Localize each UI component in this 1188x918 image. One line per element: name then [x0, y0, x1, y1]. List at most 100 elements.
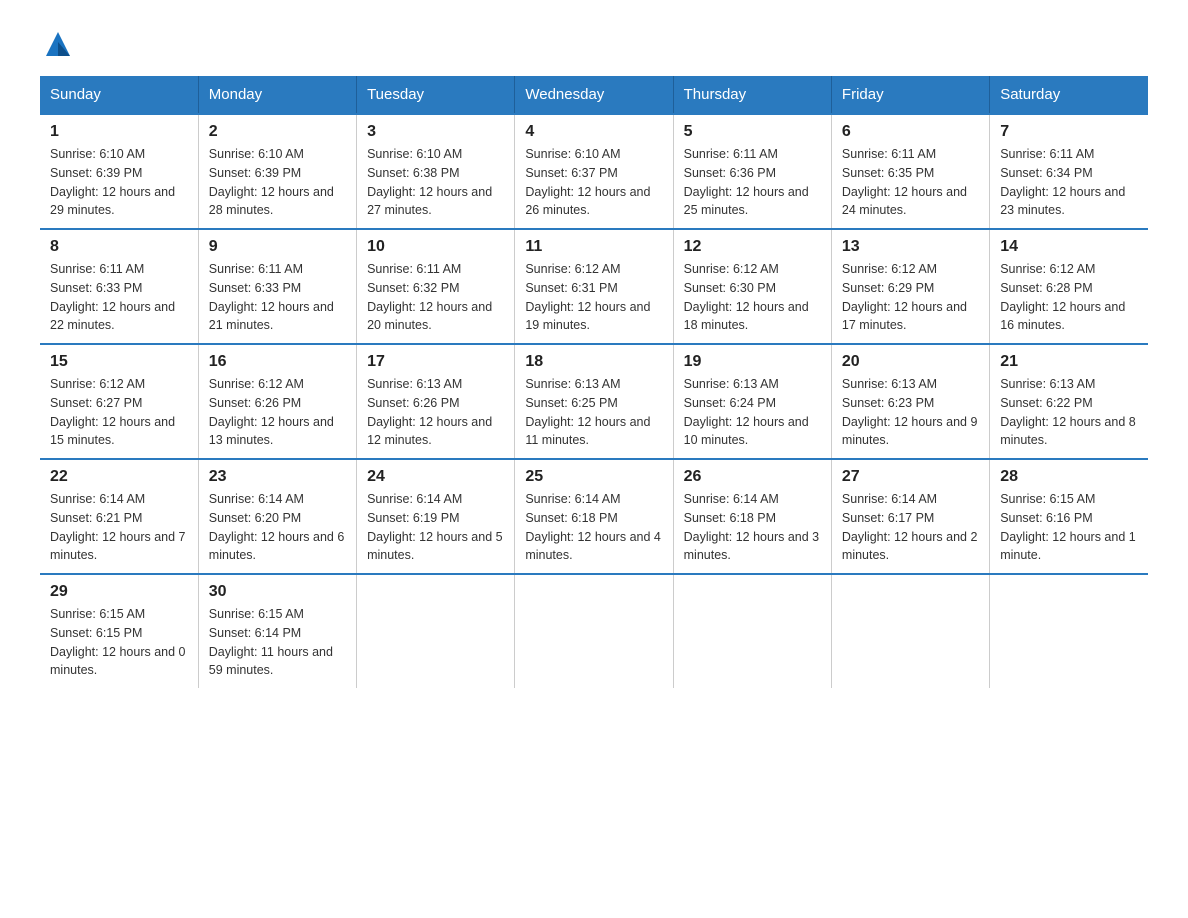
day-info: Sunrise: 6:12 AMSunset: 6:29 PMDaylight:…	[842, 260, 979, 335]
calendar-cell: 13 Sunrise: 6:12 AMSunset: 6:29 PMDayligh…	[831, 229, 989, 344]
day-number: 23	[209, 468, 346, 486]
calendar-cell	[990, 574, 1148, 688]
page-header	[40, 30, 1148, 56]
calendar-cell: 14 Sunrise: 6:12 AMSunset: 6:28 PMDayligh…	[990, 229, 1148, 344]
calendar-cell: 8 Sunrise: 6:11 AMSunset: 6:33 PMDaylight…	[40, 229, 198, 344]
day-info: Sunrise: 6:12 AMSunset: 6:27 PMDaylight:…	[50, 375, 188, 450]
day-info: Sunrise: 6:15 AMSunset: 6:15 PMDaylight:…	[50, 605, 188, 680]
day-info: Sunrise: 6:14 AMSunset: 6:18 PMDaylight:…	[684, 490, 821, 565]
calendar-cell	[357, 574, 515, 688]
weekday-header-sunday: Sunday	[40, 76, 198, 114]
day-info: Sunrise: 6:11 AMSunset: 6:36 PMDaylight:…	[684, 145, 821, 220]
calendar-cell: 10Sunrise: 6:11 AMSunset: 6:32 PMDayligh…	[357, 229, 515, 344]
calendar-week-2: 8 Sunrise: 6:11 AMSunset: 6:33 PMDaylight…	[40, 229, 1148, 344]
day-number: 16	[209, 353, 346, 371]
weekday-header-wednesday: Wednesday	[515, 76, 673, 114]
day-info: Sunrise: 6:10 AMSunset: 6:39 PMDaylight:…	[50, 145, 188, 220]
day-info: Sunrise: 6:14 AMSunset: 6:21 PMDaylight:…	[50, 490, 188, 565]
logo	[40, 30, 74, 56]
weekday-header-row: SundayMondayTuesdayWednesdayThursdayFrid…	[40, 76, 1148, 114]
calendar-cell: 16 Sunrise: 6:12 AMSunset: 6:26 PMDayligh…	[198, 344, 356, 459]
calendar-week-1: 1 Sunrise: 6:10 AMSunset: 6:39 PMDaylight…	[40, 114, 1148, 229]
calendar-cell: 7 Sunrise: 6:11 AMSunset: 6:34 PMDaylight…	[990, 114, 1148, 229]
calendar-cell: 23 Sunrise: 6:14 AMSunset: 6:20 PMDayligh…	[198, 459, 356, 574]
calendar-cell: 17 Sunrise: 6:13 AMSunset: 6:26 PMDayligh…	[357, 344, 515, 459]
weekday-header-saturday: Saturday	[990, 76, 1148, 114]
day-info: Sunrise: 6:15 AMSunset: 6:16 PMDaylight:…	[1000, 490, 1138, 565]
day-number: 27	[842, 468, 979, 486]
weekday-header-monday: Monday	[198, 76, 356, 114]
day-info: Sunrise: 6:12 AMSunset: 6:30 PMDaylight:…	[684, 260, 821, 335]
day-number: 7	[1000, 123, 1138, 141]
day-info: Sunrise: 6:10 AMSunset: 6:38 PMDaylight:…	[367, 145, 504, 220]
day-number: 21	[1000, 353, 1138, 371]
day-info: Sunrise: 6:13 AMSunset: 6:26 PMDaylight:…	[367, 375, 504, 450]
day-number: 8	[50, 238, 188, 256]
calendar-cell: 6 Sunrise: 6:11 AMSunset: 6:35 PMDaylight…	[831, 114, 989, 229]
day-info: Sunrise: 6:15 AMSunset: 6:14 PMDaylight:…	[209, 605, 346, 680]
weekday-header-friday: Friday	[831, 76, 989, 114]
calendar-cell: 30 Sunrise: 6:15 AMSunset: 6:14 PMDayligh…	[198, 574, 356, 688]
day-number: 30	[209, 583, 346, 601]
day-number: 22	[50, 468, 188, 486]
day-number: 6	[842, 123, 979, 141]
calendar-cell: 11Sunrise: 6:12 AMSunset: 6:31 PMDayligh…	[515, 229, 673, 344]
calendar-cell: 2Sunrise: 6:10 AMSunset: 6:39 PMDaylight…	[198, 114, 356, 229]
day-number: 4	[525, 123, 662, 141]
day-info: Sunrise: 6:13 AMSunset: 6:23 PMDaylight:…	[842, 375, 979, 450]
day-info: Sunrise: 6:12 AMSunset: 6:31 PMDaylight:…	[525, 260, 662, 335]
calendar-cell: 21 Sunrise: 6:13 AMSunset: 6:22 PMDayligh…	[990, 344, 1148, 459]
day-info: Sunrise: 6:14 AMSunset: 6:20 PMDaylight:…	[209, 490, 346, 565]
day-number: 9	[209, 238, 346, 256]
calendar-cell: 24 Sunrise: 6:14 AMSunset: 6:19 PMDayligh…	[357, 459, 515, 574]
calendar-cell: 25Sunrise: 6:14 AMSunset: 6:18 PMDayligh…	[515, 459, 673, 574]
day-number: 25	[525, 468, 662, 486]
calendar-cell: 9Sunrise: 6:11 AMSunset: 6:33 PMDaylight…	[198, 229, 356, 344]
calendar-cell: 19 Sunrise: 6:13 AMSunset: 6:24 PMDayligh…	[673, 344, 831, 459]
day-info: Sunrise: 6:11 AMSunset: 6:32 PMDaylight:…	[367, 260, 504, 335]
calendar-cell: 4 Sunrise: 6:10 AMSunset: 6:37 PMDaylight…	[515, 114, 673, 229]
calendar-table: SundayMondayTuesdayWednesdayThursdayFrid…	[40, 76, 1148, 688]
calendar-cell: 12 Sunrise: 6:12 AMSunset: 6:30 PMDayligh…	[673, 229, 831, 344]
day-info: Sunrise: 6:14 AMSunset: 6:17 PMDaylight:…	[842, 490, 979, 565]
day-number: 19	[684, 353, 821, 371]
weekday-header-thursday: Thursday	[673, 76, 831, 114]
day-info: Sunrise: 6:11 AMSunset: 6:35 PMDaylight:…	[842, 145, 979, 220]
day-number: 5	[684, 123, 821, 141]
day-number: 29	[50, 583, 188, 601]
day-number: 1	[50, 123, 188, 141]
day-number: 3	[367, 123, 504, 141]
calendar-body: 1 Sunrise: 6:10 AMSunset: 6:39 PMDaylight…	[40, 114, 1148, 688]
day-number: 17	[367, 353, 504, 371]
day-info: Sunrise: 6:10 AMSunset: 6:37 PMDaylight:…	[525, 145, 662, 220]
calendar-cell: 5 Sunrise: 6:11 AMSunset: 6:36 PMDaylight…	[673, 114, 831, 229]
calendar-cell: 22 Sunrise: 6:14 AMSunset: 6:21 PMDayligh…	[40, 459, 198, 574]
day-info: Sunrise: 6:12 AMSunset: 6:26 PMDaylight:…	[209, 375, 346, 450]
calendar-cell: 28Sunrise: 6:15 AMSunset: 6:16 PMDayligh…	[990, 459, 1148, 574]
calendar-week-3: 15Sunrise: 6:12 AMSunset: 6:27 PMDayligh…	[40, 344, 1148, 459]
day-info: Sunrise: 6:11 AMSunset: 6:33 PMDaylight:…	[50, 260, 188, 335]
calendar-cell: 18Sunrise: 6:13 AMSunset: 6:25 PMDayligh…	[515, 344, 673, 459]
day-number: 20	[842, 353, 979, 371]
day-info: Sunrise: 6:13 AMSunset: 6:24 PMDaylight:…	[684, 375, 821, 450]
day-number: 13	[842, 238, 979, 256]
day-number: 24	[367, 468, 504, 486]
logo-icon	[42, 28, 74, 60]
day-number: 18	[525, 353, 662, 371]
day-number: 26	[684, 468, 821, 486]
day-info: Sunrise: 6:12 AMSunset: 6:28 PMDaylight:…	[1000, 260, 1138, 335]
day-info: Sunrise: 6:10 AMSunset: 6:39 PMDaylight:…	[209, 145, 346, 220]
day-number: 12	[684, 238, 821, 256]
calendar-cell: 27 Sunrise: 6:14 AMSunset: 6:17 PMDayligh…	[831, 459, 989, 574]
day-number: 14	[1000, 238, 1138, 256]
calendar-cell: 3 Sunrise: 6:10 AMSunset: 6:38 PMDaylight…	[357, 114, 515, 229]
day-info: Sunrise: 6:14 AMSunset: 6:19 PMDaylight:…	[367, 490, 504, 565]
calendar-cell: 15Sunrise: 6:12 AMSunset: 6:27 PMDayligh…	[40, 344, 198, 459]
day-info: Sunrise: 6:13 AMSunset: 6:22 PMDaylight:…	[1000, 375, 1138, 450]
calendar-cell	[515, 574, 673, 688]
calendar-week-4: 22 Sunrise: 6:14 AMSunset: 6:21 PMDayligh…	[40, 459, 1148, 574]
calendar-cell: 29 Sunrise: 6:15 AMSunset: 6:15 PMDayligh…	[40, 574, 198, 688]
day-info: Sunrise: 6:11 AMSunset: 6:34 PMDaylight:…	[1000, 145, 1138, 220]
calendar-cell	[673, 574, 831, 688]
calendar-cell: 26 Sunrise: 6:14 AMSunset: 6:18 PMDayligh…	[673, 459, 831, 574]
